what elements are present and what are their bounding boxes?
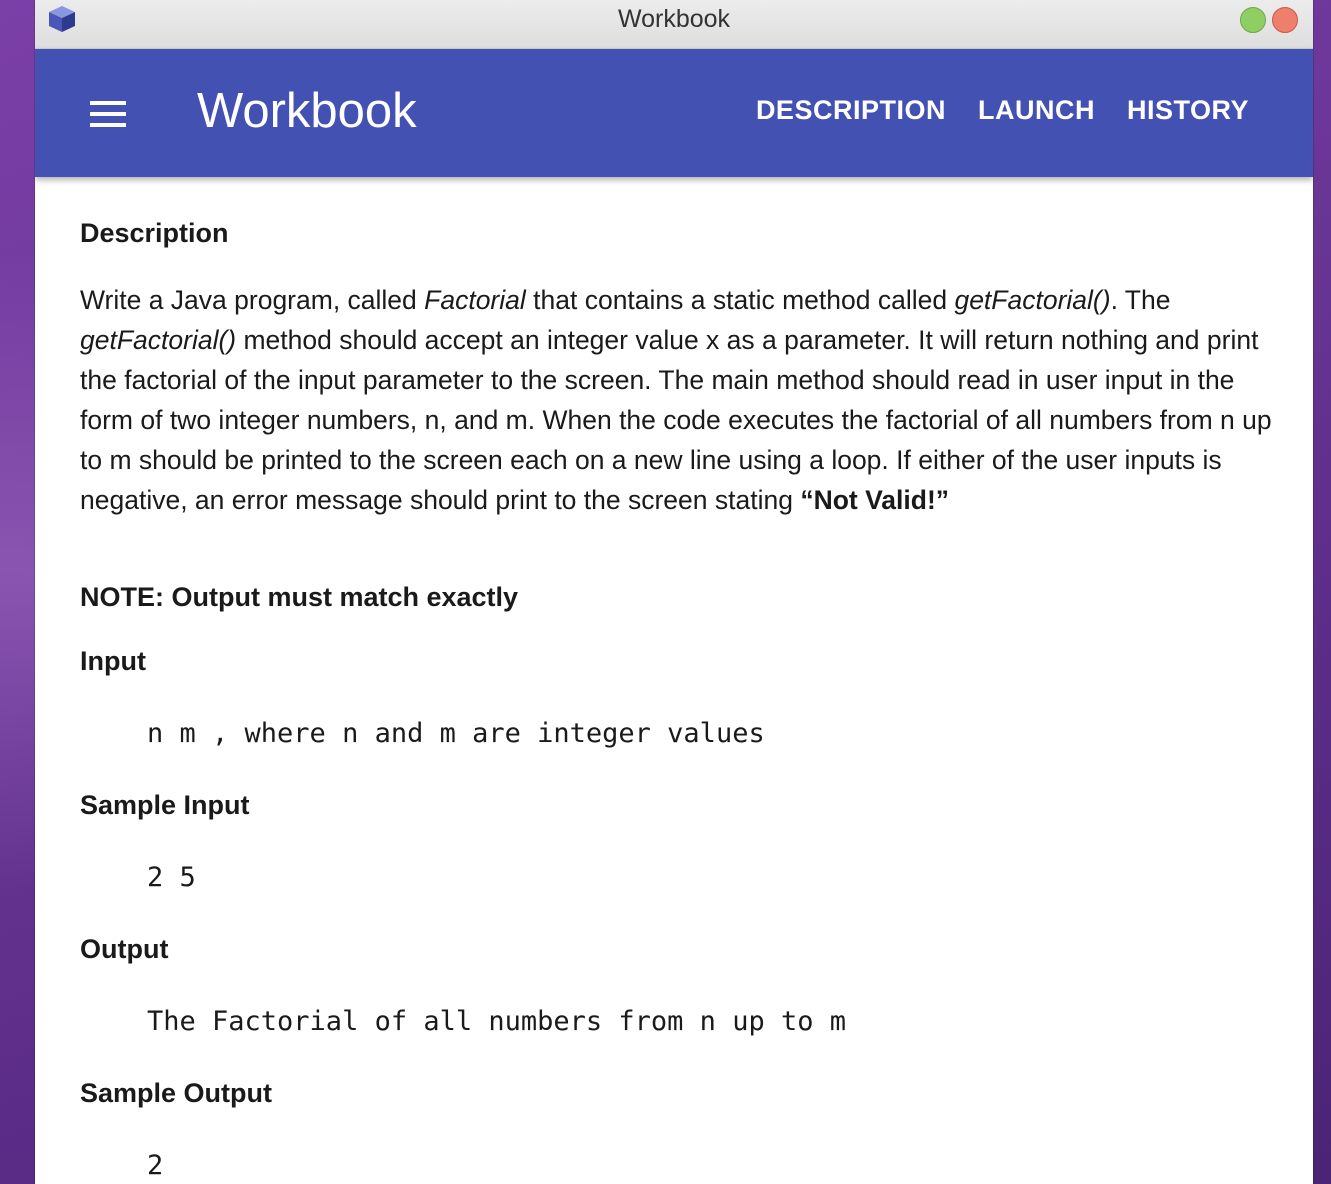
- app-title: Workbook: [197, 84, 417, 138]
- sample-input-heading: Sample Input: [80, 790, 250, 820]
- app-bar: Workbook DESCRIPTION LAUNCH HISTORY: [35, 49, 1313, 177]
- input-heading: Input: [80, 646, 146, 676]
- app-window: Workbook Workbook DESCRIPTION LAUNCH HIS…: [35, 0, 1313, 1184]
- sample-output-code: 2: [147, 1150, 164, 1181]
- nav-description[interactable]: DESCRIPTION: [756, 95, 946, 126]
- paragraph-text: . The: [1110, 285, 1171, 315]
- description-paragraph: Write a Java program, called Factorial t…: [80, 280, 1275, 520]
- output-code: The Factorial of all numbers from n up t…: [147, 1006, 846, 1037]
- paragraph-italic-method: getFactorial(): [80, 325, 237, 355]
- window-title: Workbook: [617, 5, 731, 33]
- close-window-button[interactable]: [1272, 7, 1298, 33]
- window-titlebar[interactable]: Workbook: [35, 0, 1313, 49]
- paragraph-italic-class: Factorial: [424, 285, 526, 315]
- hamburger-menu-icon[interactable]: [90, 101, 126, 127]
- paragraph-bold-message: “Not Valid!”: [800, 485, 950, 515]
- paragraph-text: method should accept an integer value x …: [80, 325, 1272, 515]
- input-code: n m , where n and m are integer values: [147, 718, 765, 749]
- paragraph-text: that contains a static method called: [525, 285, 955, 315]
- note-heading: NOTE: Output must match exactly: [80, 582, 519, 612]
- output-heading: Output: [80, 934, 169, 964]
- paragraph-italic-method: getFactorial(): [954, 285, 1111, 315]
- top-nav: DESCRIPTION LAUNCH HISTORY: [756, 95, 1249, 126]
- description-heading: Description: [80, 218, 229, 248]
- nav-history[interactable]: HISTORY: [1127, 95, 1249, 126]
- nav-launch[interactable]: LAUNCH: [978, 95, 1095, 126]
- sample-output-heading: Sample Output: [80, 1078, 273, 1108]
- paragraph-text: Write a Java program, called: [80, 285, 425, 315]
- sample-input-code: 2 5: [147, 862, 196, 893]
- zoom-window-button[interactable]: [1240, 7, 1266, 33]
